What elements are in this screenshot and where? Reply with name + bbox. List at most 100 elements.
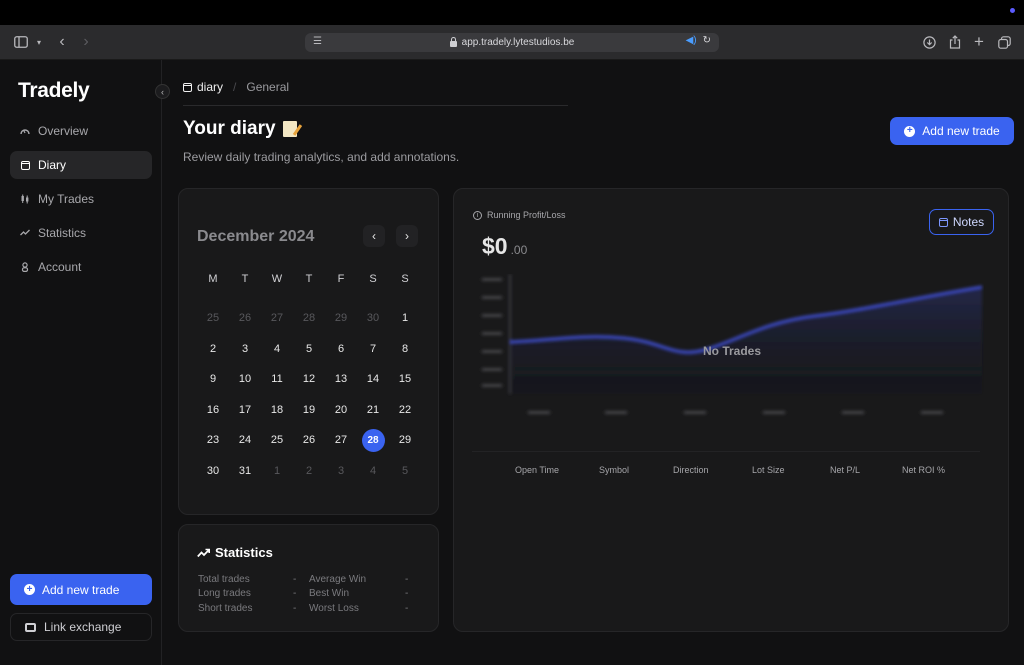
calendar-day[interactable]: 29 xyxy=(325,312,357,324)
calendar-day[interactable]: 7 xyxy=(357,343,389,355)
chevron-down-icon[interactable]: ▾ xyxy=(34,33,44,51)
calendar-week: 23 24 25 26 27 28 29 xyxy=(197,425,421,456)
column-header[interactable]: Net ROI % xyxy=(902,465,945,475)
sidebar-add-trade-button[interactable]: + Add new trade xyxy=(10,574,152,605)
calendar-day[interactable]: 3 xyxy=(325,465,357,477)
tabs-overview-icon[interactable] xyxy=(997,33,1011,51)
calendar-day[interactable]: 8 xyxy=(389,343,421,355)
calendar-day[interactable]: 11 xyxy=(261,373,293,385)
add-trade-button[interactable]: + Add new trade xyxy=(890,117,1014,145)
calendar-day[interactable]: 30 xyxy=(197,465,229,477)
calendar-next-button[interactable]: › xyxy=(396,225,418,247)
sidebar-toggle-icon[interactable] xyxy=(13,33,29,51)
calendar-day-number: 28 xyxy=(361,428,385,452)
calendar-day[interactable]: 2 xyxy=(197,343,229,355)
notes-button[interactable]: Notes xyxy=(929,209,994,235)
sidebar-item-diary[interactable]: Diary xyxy=(10,151,152,179)
calendar-day[interactable]: 1 xyxy=(261,465,293,477)
calendar-day-number: 14 xyxy=(366,373,380,386)
calendar-day[interactable]: 21 xyxy=(357,404,389,416)
calendar-day[interactable]: 31 xyxy=(229,465,261,477)
column-header[interactable]: Lot Size xyxy=(752,465,785,475)
column-header[interactable]: Open Time xyxy=(515,465,559,475)
calendar-prev-button[interactable]: ‹ xyxy=(363,225,385,247)
breadcrumb-general[interactable]: General xyxy=(246,80,289,94)
calendar-day[interactable]: 2 xyxy=(293,465,325,477)
breadcrumb-diary[interactable]: diary xyxy=(183,80,223,94)
calendar-day-number: 4 xyxy=(369,464,377,477)
column-header[interactable]: Direction xyxy=(673,465,709,475)
calendar-day-number: 5 xyxy=(401,464,409,477)
calendar-day[interactable]: 17 xyxy=(229,404,261,416)
link-exchange-button[interactable]: Link exchange xyxy=(10,613,152,641)
sidebar-item-statistics[interactable]: Statistics xyxy=(10,219,152,247)
calendar-day[interactable]: 27 xyxy=(261,312,293,324)
calendar-day-selected[interactable]: 28 xyxy=(357,428,389,452)
app-logo[interactable]: Tradely xyxy=(18,79,90,103)
calendar-day[interactable]: 4 xyxy=(261,343,293,355)
calendar-day[interactable]: 3 xyxy=(229,343,261,355)
calendar-day-number: 30 xyxy=(366,312,380,325)
calendar-day[interactable]: 4 xyxy=(357,465,389,477)
calendar-day-number: 27 xyxy=(334,434,348,447)
calendar-day-number: 18 xyxy=(270,403,284,416)
sidebar-item-account[interactable]: Account xyxy=(10,253,152,281)
app-window: Tradely Overview Diary My Trades Statist… xyxy=(0,60,1024,665)
calendar-day-number: 19 xyxy=(302,403,316,416)
calendar-day[interactable]: 28 xyxy=(293,312,325,324)
calendar-day[interactable]: 14 xyxy=(357,373,389,385)
page-settings-icon[interactable]: ☰ xyxy=(313,36,322,47)
back-icon[interactable]: ‹ xyxy=(56,33,68,51)
calendar-day[interactable]: 9 xyxy=(197,373,229,385)
calendar-day-number: 4 xyxy=(273,342,281,355)
calendar-day[interactable]: 19 xyxy=(293,404,325,416)
calendar-day[interactable]: 1 xyxy=(389,312,421,324)
collapse-sidebar-button[interactable]: ‹ xyxy=(155,84,170,99)
calendar-day-number: 5 xyxy=(305,342,313,355)
calendar-day[interactable]: 15 xyxy=(389,373,421,385)
divider xyxy=(183,105,568,106)
new-tab-icon[interactable]: + xyxy=(972,32,986,51)
column-header[interactable]: Net P/L xyxy=(830,465,860,475)
calendar-day[interactable]: 10 xyxy=(229,373,261,385)
calendar-day[interactable]: 24 xyxy=(229,434,261,446)
sidebar-item-overview[interactable]: Overview xyxy=(10,117,152,145)
calendar-day[interactable]: 26 xyxy=(229,312,261,324)
calendar-day[interactable]: 25 xyxy=(261,434,293,446)
calendar-day[interactable]: 29 xyxy=(389,434,421,446)
calendar-day[interactable]: 26 xyxy=(293,434,325,446)
calendar-day-number: 23 xyxy=(206,434,220,447)
reload-icon[interactable]: ↻ xyxy=(703,35,711,46)
calendar-day[interactable]: 23 xyxy=(197,434,229,446)
calendar-day[interactable]: 13 xyxy=(325,373,357,385)
column-header[interactable]: Symbol xyxy=(599,465,629,475)
calendar-week: 2 3 4 5 6 7 8 xyxy=(197,334,421,365)
page-title: Your diary xyxy=(183,118,297,140)
calendar-day[interactable]: 5 xyxy=(389,465,421,477)
forward-icon[interactable]: › xyxy=(80,33,92,51)
download-icon[interactable] xyxy=(922,33,936,51)
calendar-day[interactable]: 18 xyxy=(261,404,293,416)
speaker-icon[interactable]: ◀) xyxy=(686,35,697,46)
calendar-day[interactable]: 27 xyxy=(325,434,357,446)
calendar-day[interactable]: 25 xyxy=(197,312,229,324)
calendar-week: 25 26 27 28 29 30 1 xyxy=(197,303,421,334)
calendar-day-number: 21 xyxy=(366,403,380,416)
calendar-day-number: 28 xyxy=(302,312,316,325)
calendar-day[interactable]: 6 xyxy=(325,343,357,355)
no-trades-label: No Trades xyxy=(702,344,762,358)
calendar-day[interactable]: 30 xyxy=(357,312,389,324)
calendar-day[interactable]: 22 xyxy=(389,404,421,416)
address-bar[interactable]: ☰ app.tradely.lytestudios.be ◀) ↻ xyxy=(305,33,719,52)
stat-label: Worst Loss xyxy=(309,602,359,614)
calendar-day[interactable]: 12 xyxy=(293,373,325,385)
calendar-day-number: 12 xyxy=(302,373,316,386)
calendar-day[interactable]: 20 xyxy=(325,404,357,416)
calendar-day-number: 2 xyxy=(305,464,313,477)
trend-icon xyxy=(20,228,30,238)
share-icon[interactable] xyxy=(948,33,962,51)
calendar-day[interactable]: 16 xyxy=(197,404,229,416)
calendar-day[interactable]: 5 xyxy=(293,343,325,355)
sidebar-item-my-trades[interactable]: My Trades xyxy=(10,185,152,213)
stat-value: - xyxy=(293,573,297,585)
